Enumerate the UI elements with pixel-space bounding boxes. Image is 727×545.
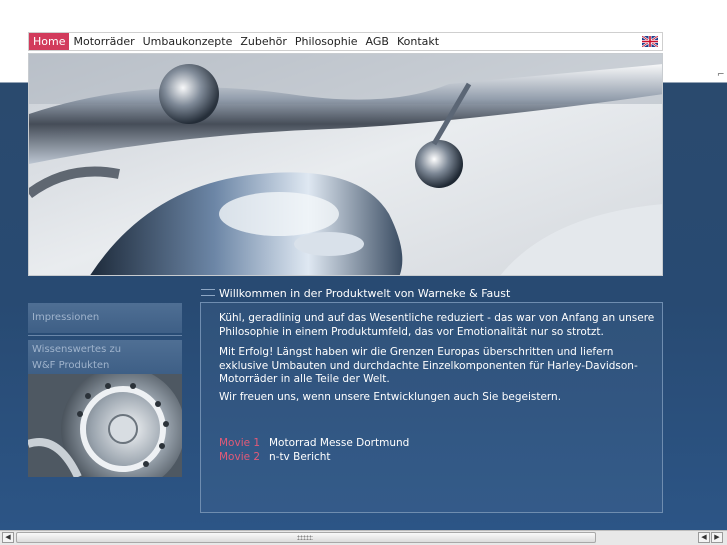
sidebar-wissenswertes-line2: W&F Produkten <box>32 360 110 371</box>
movie-link-2[interactable]: Movie 2 n-tv Bericht <box>219 451 331 464</box>
hero-motorcycle-image <box>28 53 663 276</box>
nav-item-umbaukonzepte[interactable]: Umbaukonzepte <box>139 33 237 50</box>
intro-paragraph-3: Wir freuen uns, wenn unsere Entwicklunge… <box>219 391 562 403</box>
sidebar-wissenswertes-line1: Wissenswertes zu <box>32 344 122 355</box>
nav-item-kontakt[interactable]: Kontakt <box>393 33 443 50</box>
sidebar-impressionen[interactable]: Impressionen <box>28 303 182 333</box>
movie-link-1[interactable]: Movie 1 Motorrad Messe Dortmund <box>219 437 409 450</box>
wheel-image <box>28 374 182 477</box>
nav-item-agb[interactable]: AGB <box>362 33 393 50</box>
nav-item-zubehoer[interactable]: Zubehör <box>236 33 290 50</box>
nav-item-philosophie[interactable]: Philosophie <box>291 33 362 50</box>
sidebar-divider <box>28 335 182 336</box>
uk-flag-icon[interactable] <box>642 36 658 47</box>
main-navigation: Home Motorräder Umbaukonzepte Zubehör Ph… <box>28 32 663 51</box>
scroll-left-arrow-icon[interactable]: ◀ <box>2 532 14 543</box>
cursor-icon: ⌐ <box>717 70 725 80</box>
scroll-left-arrow-icon-secondary[interactable]: ◀ <box>698 532 710 543</box>
chrome-wheel-illustration <box>28 374 182 477</box>
lines-icon <box>201 289 215 296</box>
welcome-heading: Willkommen in der Produktwelt von Warnek… <box>201 287 510 300</box>
scrollbar-thumb[interactable] <box>16 532 596 543</box>
nav-item-home[interactable]: Home <box>29 33 70 50</box>
grip-icon <box>297 535 313 540</box>
movie-title[interactable]: Motorrad Messe Dortmund <box>269 437 409 449</box>
scroll-right-arrow-icon[interactable]: ▶ <box>711 532 723 543</box>
sidebar-wissenswertes[interactable]: Wissenswertes zu W&F Produkten <box>28 340 182 374</box>
intro-paragraph-1: Kühl, geradlinig und auf das Wesentliche… <box>219 312 655 338</box>
intro-paragraph-2: Mit Erfolg! Längst haben wir die Grenzen… <box>219 346 638 385</box>
movie-title[interactable]: n-tv Bericht <box>269 451 331 463</box>
nav-item-motorraeder[interactable]: Motorräder <box>69 33 138 50</box>
movie-label[interactable]: Movie 1 <box>219 437 269 450</box>
movie-label[interactable]: Movie 2 <box>219 451 269 464</box>
horizontal-scrollbar[interactable]: ◀ ◀ ▶ <box>0 530 727 545</box>
chrome-motorcycle-illustration <box>29 54 662 275</box>
welcome-text: Willkommen in der Produktwelt von Warnek… <box>219 287 511 300</box>
